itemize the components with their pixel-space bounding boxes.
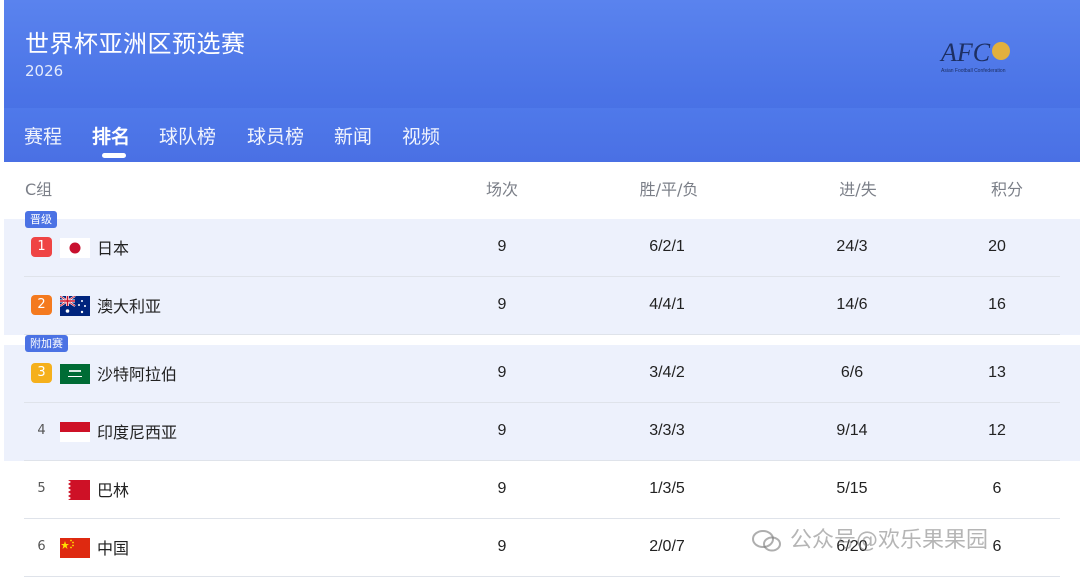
col-points: 积分	[990, 180, 1024, 199]
watermark: 公众号@欢乐果果园	[752, 522, 988, 554]
points-cell: 13	[988, 364, 1006, 381]
points-cell: 6	[992, 538, 1002, 555]
goals-cell: 24/3	[836, 238, 868, 255]
goals-cell: 9/14	[836, 422, 868, 439]
table-row[interactable]: 晋级 1 日本 9 6/2/1 24/3 20	[4, 211, 1080, 277]
rank-badge: 1	[31, 237, 52, 257]
playoff-badge: 附加赛	[25, 335, 68, 352]
active-tab-indicator	[102, 153, 126, 158]
played-cell: 9	[497, 364, 507, 381]
qualified-badge: 晋级	[25, 211, 57, 228]
table-row[interactable]: 2 澳大利亚 9 4/4/1 14/6 16	[4, 277, 1080, 335]
tab-bar: 赛程 排名 球队榜 球员榜 新闻 视频	[4, 108, 1080, 162]
saudi-arabia-flag-icon	[60, 364, 90, 384]
team-name[interactable]: 中国	[97, 535, 129, 559]
team-name[interactable]: 印度尼西亚	[97, 419, 177, 443]
wdl-cell: 6/2/1	[649, 238, 685, 255]
tab-news[interactable]: 新闻	[334, 122, 372, 149]
col-played: 场次	[485, 180, 519, 199]
rank-badge: 3	[31, 363, 52, 383]
team-name[interactable]: 日本	[97, 235, 129, 259]
table-row[interactable]: 4 印度尼西亚 9 3/3/3 9/14 12	[4, 403, 1080, 461]
tab-videos[interactable]: 视频	[402, 122, 440, 149]
goals-cell: 5/15	[836, 480, 868, 497]
japan-flag-icon	[60, 238, 90, 258]
col-wdl: 胜/平/负	[639, 180, 699, 199]
bahrain-flag-icon	[60, 480, 90, 500]
page-title: 世界杯亚洲区预选赛	[25, 30, 246, 58]
table-row[interactable]: 5 巴林 9 1/3/5 5/15 6	[4, 461, 1080, 519]
points-cell: 12	[988, 422, 1006, 439]
wdl-cell: 2/0/7	[649, 538, 685, 555]
col-goals: 进/失	[839, 180, 877, 199]
tab-player-rankings[interactable]: 球员榜	[247, 122, 304, 149]
team-name[interactable]: 澳大利亚	[97, 293, 161, 317]
afc-logo-text: AFC	[939, 38, 991, 67]
afc-logo: AFC Asian Football Confederation	[939, 38, 1010, 74]
afc-logo-subtext: Asian Football Confederation	[941, 68, 1006, 74]
played-cell: 9	[497, 238, 507, 255]
tab-team-rankings[interactable]: 球队榜	[159, 122, 216, 149]
goals-cell: 14/6	[836, 296, 868, 313]
rank-number: 6	[37, 539, 46, 554]
tab-standings[interactable]: 排名	[92, 122, 130, 149]
wdl-cell: 3/4/2	[649, 364, 685, 381]
goals-cell: 6/6	[840, 364, 864, 381]
played-cell: 9	[497, 538, 507, 555]
played-cell: 9	[497, 296, 507, 313]
row-divider	[24, 334, 1060, 335]
australia-flag-icon	[60, 296, 90, 316]
header-banner: 世界杯亚洲区预选赛 2026 AFC Asian Football Confed…	[4, 0, 1080, 162]
points-cell: 20	[988, 238, 1006, 255]
played-cell: 9	[497, 422, 507, 439]
team-name[interactable]: 巴林	[97, 477, 129, 501]
points-cell: 6	[992, 480, 1002, 497]
table-header: C组 场次 胜/平/负 进/失 积分	[4, 162, 1080, 210]
wdl-cell: 1/3/5	[649, 480, 685, 497]
wechat-icon	[752, 530, 781, 552]
standings-page: 世界杯亚洲区预选赛 2026 AFC Asian Football Confed…	[0, 0, 1080, 579]
china-flag-icon	[60, 538, 90, 558]
season-year: 2026	[25, 62, 64, 80]
rank-badge: 2	[31, 295, 52, 315]
wdl-cell: 3/3/3	[649, 422, 685, 439]
watermark-text: 公众号@欢乐果果园	[790, 528, 989, 553]
group-label: C组	[25, 180, 53, 199]
wdl-cell: 4/4/1	[649, 296, 685, 313]
rank-number: 4	[37, 423, 46, 438]
played-cell: 9	[497, 480, 507, 497]
team-name[interactable]: 沙特阿拉伯	[97, 361, 177, 385]
row-divider	[24, 576, 1060, 577]
indonesia-flag-icon	[60, 422, 90, 442]
table-row[interactable]: 附加赛 3 沙特阿拉伯 9 3/4/2 6/6 13	[4, 335, 1080, 403]
points-cell: 16	[988, 296, 1006, 313]
tab-schedule[interactable]: 赛程	[24, 122, 62, 149]
rank-number: 5	[37, 481, 46, 496]
